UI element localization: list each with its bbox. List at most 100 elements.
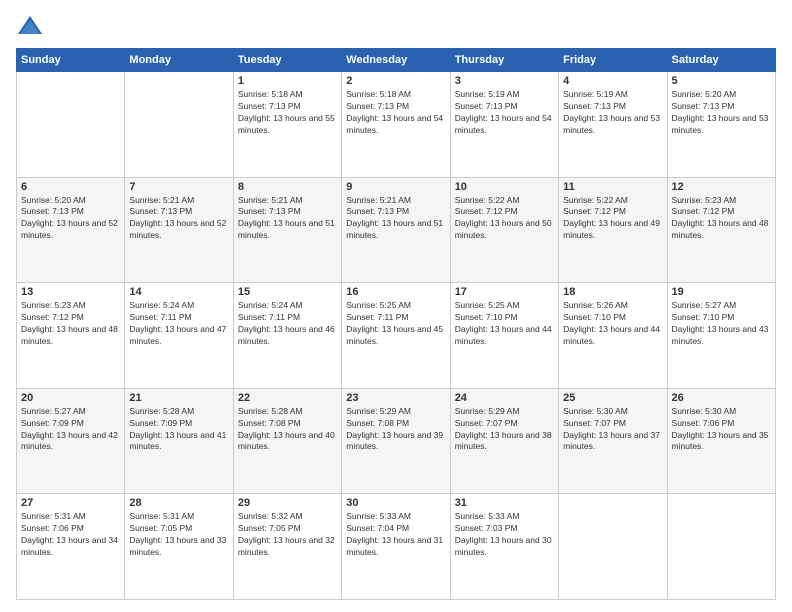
day-number: 23	[346, 392, 445, 404]
logo	[16, 12, 48, 40]
day-number: 4	[563, 75, 662, 87]
day-number: 8	[238, 181, 337, 193]
day-number: 10	[455, 181, 554, 193]
calendar-cell: 15 Sunrise: 5:24 AM Sunset: 7:11 PM Dayli…	[233, 283, 341, 389]
day-info: Sunrise: 5:20 AM Sunset: 7:13 PM Dayligh…	[21, 195, 120, 243]
day-info: Sunrise: 5:32 AM Sunset: 7:05 PM Dayligh…	[238, 511, 337, 559]
day-info: Sunrise: 5:30 AM Sunset: 7:07 PM Dayligh…	[563, 406, 662, 454]
day-info: Sunrise: 5:26 AM Sunset: 7:10 PM Dayligh…	[563, 300, 662, 348]
day-info: Sunrise: 5:21 AM Sunset: 7:13 PM Dayligh…	[238, 195, 337, 243]
day-info: Sunrise: 5:18 AM Sunset: 7:13 PM Dayligh…	[238, 89, 337, 137]
day-info: Sunrise: 5:30 AM Sunset: 7:06 PM Dayligh…	[672, 406, 771, 454]
calendar-cell: 5 Sunrise: 5:20 AM Sunset: 7:13 PM Daylig…	[667, 72, 775, 178]
day-info: Sunrise: 5:27 AM Sunset: 7:09 PM Dayligh…	[21, 406, 120, 454]
day-number: 28	[129, 497, 228, 509]
calendar-cell: 4 Sunrise: 5:19 AM Sunset: 7:13 PM Daylig…	[559, 72, 667, 178]
day-number: 9	[346, 181, 445, 193]
calendar-cell: 8 Sunrise: 5:21 AM Sunset: 7:13 PM Daylig…	[233, 177, 341, 283]
weekday-header-saturday: Saturday	[667, 49, 775, 72]
day-number: 21	[129, 392, 228, 404]
calendar-cell: 24Sunrise: 5:29 AM Sunset: 7:07 PM Dayli…	[450, 388, 558, 494]
calendar-cell: 19 Sunrise: 5:27 AM Sunset: 7:10 PM Dayli…	[667, 283, 775, 389]
day-info: Sunrise: 5:28 AM Sunset: 7:08 PM Dayligh…	[238, 406, 337, 454]
calendar-cell: 23 Sunrise: 5:29 AM Sunset: 7:08 PM Dayli…	[342, 388, 450, 494]
day-number: 5	[672, 75, 771, 87]
day-info: Sunrise: 5:22 AM Sunset: 7:12 PM Dayligh…	[563, 195, 662, 243]
day-number: 20	[21, 392, 120, 404]
calendar-cell: 30 Sunrise: 5:33 AM Sunset: 7:04 PM Dayli…	[342, 494, 450, 600]
day-info: Sunrise: 5:25 AM Sunset: 7:11 PM Dayligh…	[346, 300, 445, 348]
day-info: Sunrise: 5:19 AM Sunset: 7:13 PM Dayligh…	[563, 89, 662, 137]
day-number: 13	[21, 286, 120, 298]
header	[16, 12, 776, 40]
day-info: Sunrise: 5:24 AM Sunset: 7:11 PM Dayligh…	[129, 300, 228, 348]
day-number: 17	[455, 286, 554, 298]
calendar-cell	[559, 494, 667, 600]
calendar-cell: 22 Sunrise: 5:28 AM Sunset: 7:08 PM Dayli…	[233, 388, 341, 494]
day-info: Sunrise: 5:29 AM Sunset: 7:08 PM Dayligh…	[346, 406, 445, 454]
calendar-cell: 28 Sunrise: 5:31 AM Sunset: 7:05 PM Dayli…	[125, 494, 233, 600]
day-number: 1	[238, 75, 337, 87]
day-info: Sunrise: 5:31 AM Sunset: 7:05 PM Dayligh…	[129, 511, 228, 559]
day-number: 7	[129, 181, 228, 193]
day-info: Sunrise: 5:18 AM Sunset: 7:13 PM Dayligh…	[346, 89, 445, 137]
calendar-cell: 7 Sunrise: 5:21 AM Sunset: 7:13 PM Daylig…	[125, 177, 233, 283]
calendar-week-row: 1 Sunrise: 5:18 AM Sunset: 7:13 PM Daylig…	[17, 72, 776, 178]
day-number: 25	[563, 392, 662, 404]
calendar-cell: 12 Sunrise: 5:23 AM Sunset: 7:12 PM Dayli…	[667, 177, 775, 283]
day-number: 26	[672, 392, 771, 404]
day-info: Sunrise: 5:33 AM Sunset: 7:03 PM Dayligh…	[455, 511, 554, 559]
day-number: 30	[346, 497, 445, 509]
weekday-header-sunday: Sunday	[17, 49, 125, 72]
weekday-header-monday: Monday	[125, 49, 233, 72]
day-info: Sunrise: 5:27 AM Sunset: 7:10 PM Dayligh…	[672, 300, 771, 348]
day-info: Sunrise: 5:21 AM Sunset: 7:13 PM Dayligh…	[129, 195, 228, 243]
day-number: 12	[672, 181, 771, 193]
day-info: Sunrise: 5:19 AM Sunset: 7:13 PM Dayligh…	[455, 89, 554, 137]
day-info: Sunrise: 5:24 AM Sunset: 7:11 PM Dayligh…	[238, 300, 337, 348]
calendar-cell: 26 Sunrise: 5:30 AM Sunset: 7:06 PM Dayli…	[667, 388, 775, 494]
weekday-header-friday: Friday	[559, 49, 667, 72]
day-info: Sunrise: 5:20 AM Sunset: 7:13 PM Dayligh…	[672, 89, 771, 137]
day-number: 31	[455, 497, 554, 509]
calendar-cell: 20 Sunrise: 5:27 AM Sunset: 7:09 PM Dayli…	[17, 388, 125, 494]
day-number: 27	[21, 497, 120, 509]
calendar-cell: 9Sunrise: 5:21 AM Sunset: 7:13 PM Daylig…	[342, 177, 450, 283]
calendar-cell	[667, 494, 775, 600]
calendar-cell: 16 Sunrise: 5:25 AM Sunset: 7:11 PM Dayli…	[342, 283, 450, 389]
page: SundayMondayTuesdayWednesdayThursdayFrid…	[0, 0, 792, 612]
calendar-cell: 21 Sunrise: 5:28 AM Sunset: 7:09 PM Dayli…	[125, 388, 233, 494]
day-info: Sunrise: 5:33 AM Sunset: 7:04 PM Dayligh…	[346, 511, 445, 559]
logo-icon	[16, 12, 44, 40]
calendar-cell: 13Sunrise: 5:23 AM Sunset: 7:12 PM Dayli…	[17, 283, 125, 389]
weekday-header-tuesday: Tuesday	[233, 49, 341, 72]
day-info: Sunrise: 5:31 AM Sunset: 7:06 PM Dayligh…	[21, 511, 120, 559]
calendar-cell: 18 Sunrise: 5:26 AM Sunset: 7:10 PM Dayli…	[559, 283, 667, 389]
calendar-cell: 11Sunrise: 5:22 AM Sunset: 7:12 PM Dayli…	[559, 177, 667, 283]
calendar-cell: 14Sunrise: 5:24 AM Sunset: 7:11 PM Dayli…	[125, 283, 233, 389]
day-number: 29	[238, 497, 337, 509]
day-number: 16	[346, 286, 445, 298]
day-number: 18	[563, 286, 662, 298]
weekday-header-row: SundayMondayTuesdayWednesdayThursdayFrid…	[17, 49, 776, 72]
day-info: Sunrise: 5:28 AM Sunset: 7:09 PM Dayligh…	[129, 406, 228, 454]
day-info: Sunrise: 5:23 AM Sunset: 7:12 PM Dayligh…	[672, 195, 771, 243]
day-number: 19	[672, 286, 771, 298]
day-number: 22	[238, 392, 337, 404]
day-number: 15	[238, 286, 337, 298]
calendar-cell: 2Sunrise: 5:18 AM Sunset: 7:13 PM Daylig…	[342, 72, 450, 178]
calendar-week-row: 13Sunrise: 5:23 AM Sunset: 7:12 PM Dayli…	[17, 283, 776, 389]
calendar-table: SundayMondayTuesdayWednesdayThursdayFrid…	[16, 48, 776, 600]
calendar-cell: 1 Sunrise: 5:18 AM Sunset: 7:13 PM Daylig…	[233, 72, 341, 178]
calendar-cell: 3 Sunrise: 5:19 AM Sunset: 7:13 PM Daylig…	[450, 72, 558, 178]
calendar-cell: 29 Sunrise: 5:32 AM Sunset: 7:05 PM Dayli…	[233, 494, 341, 600]
calendar-cell: 27 Sunrise: 5:31 AM Sunset: 7:06 PM Dayli…	[17, 494, 125, 600]
day-number: 6	[21, 181, 120, 193]
calendar-week-row: 20 Sunrise: 5:27 AM Sunset: 7:09 PM Dayli…	[17, 388, 776, 494]
calendar-cell: 6 Sunrise: 5:20 AM Sunset: 7:13 PM Daylig…	[17, 177, 125, 283]
calendar-week-row: 27 Sunrise: 5:31 AM Sunset: 7:06 PM Dayli…	[17, 494, 776, 600]
calendar-cell: 25 Sunrise: 5:30 AM Sunset: 7:07 PM Dayli…	[559, 388, 667, 494]
day-info: Sunrise: 5:22 AM Sunset: 7:12 PM Dayligh…	[455, 195, 554, 243]
calendar-cell	[125, 72, 233, 178]
day-number: 3	[455, 75, 554, 87]
